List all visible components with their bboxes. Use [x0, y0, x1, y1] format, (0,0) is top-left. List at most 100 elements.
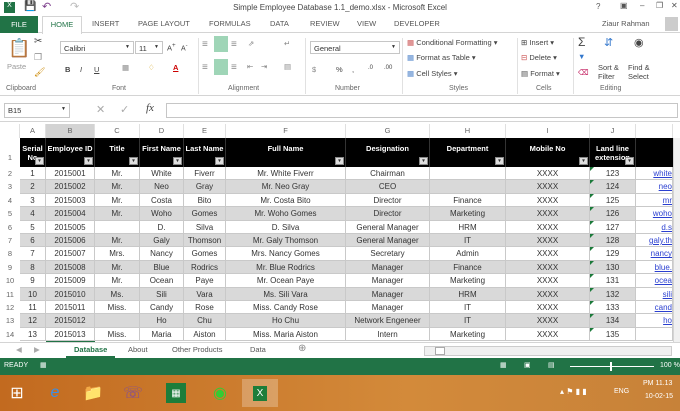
- header-cell[interactable]: Land line extension ▾: [590, 138, 636, 167]
- ribbon-display-icon[interactable]: ▣: [620, 1, 628, 10]
- macro-record-icon[interactable]: ▦: [40, 361, 47, 369]
- email-link-cell[interactable]: cand: [636, 301, 673, 315]
- sort-filter-icon[interactable]: ⇵: [604, 36, 613, 49]
- row-number[interactable]: 9: [0, 260, 20, 275]
- table-cell[interactable]: XXXX: [506, 260, 590, 275]
- table-cell[interactable]: Woho: [140, 207, 184, 221]
- table-cell[interactable]: XXXX: [506, 274, 590, 288]
- underline-button[interactable]: U: [94, 65, 99, 74]
- table-cell[interactable]: Miss.: [95, 301, 140, 315]
- normal-view-icon[interactable]: ▦: [500, 361, 507, 369]
- row-number[interactable]: 5: [0, 207, 20, 221]
- delete-button[interactable]: ⊟ Delete ▾: [521, 53, 557, 62]
- table-cell[interactable]: Miss.: [95, 327, 140, 342]
- email-link-cell[interactable]: neo: [636, 180, 673, 194]
- format-painter-icon[interactable]: 🖌: [34, 67, 45, 78]
- horizontal-scrollbar[interactable]: [424, 346, 672, 356]
- row-number[interactable]: 3: [0, 180, 20, 194]
- tab-formulas[interactable]: FORMULAS: [209, 19, 251, 28]
- header-cell[interactable]: Serial No ▾: [20, 138, 46, 167]
- table-cell[interactable]: Mr.: [95, 207, 140, 221]
- clear-icon[interactable]: ⌫: [578, 68, 589, 77]
- italic-button[interactable]: I: [80, 65, 82, 74]
- table-cell[interactable]: IT: [430, 301, 506, 315]
- clock-date[interactable]: 10-02-15: [645, 393, 673, 400]
- table-cell[interactable]: XXXX: [506, 180, 590, 194]
- top-align-icon[interactable]: ≡: [202, 39, 208, 50]
- table-cell[interactable]: 2015013: [46, 327, 95, 342]
- table-cell[interactable]: Mr. Blue Rodrics: [226, 260, 346, 275]
- name-box[interactable]: B15 ▼: [4, 103, 70, 118]
- table-cell[interactable]: 12: [20, 314, 46, 328]
- file-explorer-icon[interactable]: 📁: [78, 379, 108, 407]
- insert-function-button[interactable]: fx: [146, 102, 154, 114]
- table-cell[interactable]: Paye: [184, 274, 226, 288]
- table-cell[interactable]: Director: [346, 207, 430, 221]
- table-cell[interactable]: Manager: [346, 274, 430, 288]
- sheet-tab-data[interactable]: Data: [250, 345, 266, 354]
- align-right-icon[interactable]: ≡: [231, 62, 237, 73]
- tab-home[interactable]: HOME: [42, 16, 82, 34]
- close-icon[interactable]: ✕: [671, 1, 678, 10]
- table-cell[interactable]: Network Engeneer: [346, 314, 430, 328]
- email-link-cell[interactable]: sili: [636, 287, 673, 301]
- table-cell[interactable]: 8: [20, 260, 46, 275]
- table-cell[interactable]: Mr. White Fiverr: [226, 167, 346, 181]
- zoom-level[interactable]: 100 %: [660, 362, 680, 369]
- publisher-app-icon[interactable]: ▦: [166, 383, 186, 403]
- header-cell[interactable]: Designation ▾: [346, 138, 430, 167]
- table-cell[interactable]: General Manager: [346, 234, 430, 248]
- table-cell[interactable]: 2: [20, 180, 46, 194]
- email-link-cell[interactable]: white: [636, 167, 673, 181]
- table-cell[interactable]: Marketing: [430, 327, 506, 342]
- comma-icon[interactable]: ,: [352, 65, 354, 74]
- tab-review[interactable]: REVIEW: [310, 19, 340, 28]
- table-cell[interactable]: Blue: [140, 260, 184, 275]
- table-cell[interactable]: Miss. Maria Aiston: [226, 327, 346, 342]
- filter-dropdown-icon[interactable]: ▾: [335, 157, 344, 165]
- table-cell[interactable]: XXXX: [506, 301, 590, 315]
- email-link[interactable]: neo: [659, 182, 672, 191]
- vertical-scrollbar[interactable]: [673, 138, 680, 342]
- tab-data[interactable]: DATA: [270, 19, 289, 28]
- filter-dropdown-icon[interactable]: ▾: [495, 157, 504, 165]
- table-cell[interactable]: XXXX: [506, 327, 590, 342]
- table-cell[interactable]: Ho Chu: [226, 314, 346, 328]
- table-cell[interactable]: XXXX: [506, 167, 590, 181]
- filter-dropdown-icon[interactable]: ▾: [35, 157, 44, 165]
- header-cell[interactable]: Last Name ▾: [184, 138, 226, 167]
- email-link[interactable]: d.s: [661, 223, 672, 232]
- table-cell[interactable]: Manager: [346, 287, 430, 301]
- table-cell[interactable]: 131: [590, 274, 636, 288]
- increase-decimal-icon[interactable]: .0: [368, 65, 373, 71]
- email-link[interactable]: mr: [663, 196, 672, 205]
- font-size-select[interactable]: 11 ▼: [135, 41, 163, 54]
- table-cell[interactable]: Aiston: [184, 327, 226, 342]
- table-cell[interactable]: IT: [430, 314, 506, 328]
- insert-button[interactable]: ⊞ Insert ▾: [521, 38, 554, 47]
- format-as-table-button[interactable]: ▦ Format as Table ▾: [407, 53, 476, 62]
- table-cell[interactable]: XXXX: [506, 234, 590, 248]
- format-button[interactable]: ▤ Format ▾: [521, 69, 560, 78]
- table-cell[interactable]: Mr. Galy Thomson: [226, 234, 346, 248]
- table-cell[interactable]: 2015010: [46, 287, 95, 301]
- table-cell[interactable]: 123: [590, 167, 636, 181]
- tab-view[interactable]: VIEW: [357, 19, 376, 28]
- scroll-sheets-left-icon[interactable]: ◀: [16, 345, 22, 354]
- table-cell[interactable]: Fiverr: [184, 167, 226, 181]
- table-cell[interactable]: Gray: [184, 180, 226, 194]
- orientation-icon[interactable]: ⇗: [248, 39, 254, 48]
- viber-icon[interactable]: ☏: [118, 379, 148, 407]
- row-number[interactable]: 6: [0, 220, 20, 234]
- table-cell[interactable]: 127: [590, 220, 636, 234]
- table-cell[interactable]: Director: [346, 193, 430, 208]
- table-cell[interactable]: 2015005: [46, 220, 95, 234]
- table-cell[interactable]: Intern: [346, 327, 430, 342]
- table-cell[interactable]: 2015011: [46, 301, 95, 315]
- table-cell[interactable]: 5: [20, 220, 46, 234]
- bold-button[interactable]: B: [65, 65, 70, 74]
- table-cell[interactable]: Nancy: [140, 247, 184, 261]
- table-cell[interactable]: [95, 314, 140, 328]
- table-cell[interactable]: 1: [20, 167, 46, 181]
- column-header[interactable]: C: [95, 124, 140, 138]
